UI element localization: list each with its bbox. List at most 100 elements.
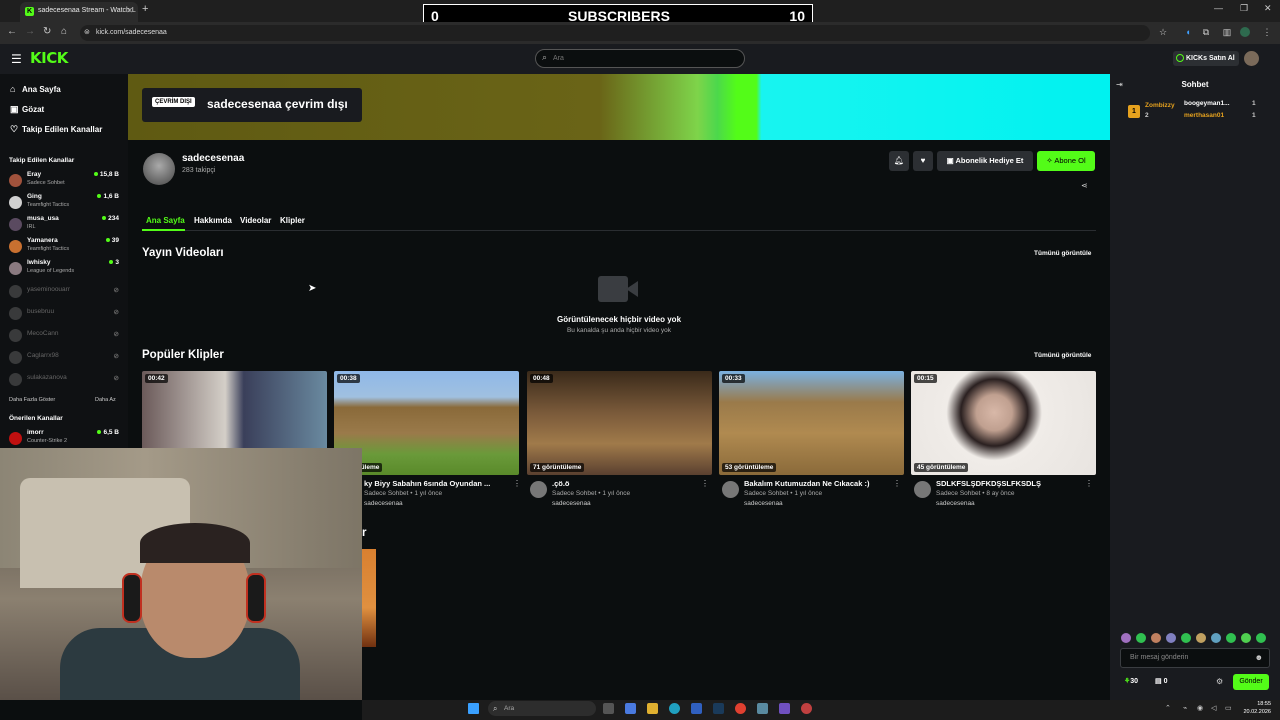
extensions-puzzle-icon[interactable]: ⧉ (1201, 27, 1211, 37)
clip-channel[interactable]: sadecesenaa (744, 500, 783, 507)
subscribe-button[interactable]: ✧ Abone Ol (1037, 151, 1095, 171)
tab-about[interactable]: Hakkımda (194, 216, 232, 225)
show-less-link[interactable]: Daha Az (95, 397, 116, 403)
emoji-icon[interactable]: ☻ (1255, 649, 1263, 667)
clip-title[interactable]: ky Biyy Sabahın 6sında Oyundan ... (364, 479, 514, 488)
emote-icon[interactable] (1211, 633, 1221, 643)
emote-icon[interactable] (1241, 633, 1251, 643)
emote-icon[interactable] (1121, 633, 1131, 643)
clip-thumbnail[interactable]: 00:48 71 görüntüleme (527, 371, 712, 475)
chrome-icon[interactable] (735, 703, 746, 714)
reload-icon[interactable]: ↻ (43, 26, 51, 37)
task-view-icon[interactable] (603, 703, 614, 714)
app-icon[interactable] (801, 703, 812, 714)
clip-options-icon[interactable]: ⋮ (701, 479, 709, 488)
kicks-balance[interactable]: ⚘30 (1124, 677, 1138, 685)
tab-home[interactable]: Ana Sayfa (146, 216, 185, 225)
clip-thumbnail[interactable]: 00:15 45 görüntüleme (911, 371, 1096, 475)
maximize-icon[interactable]: ❐ (1240, 3, 1248, 14)
recommended-channel[interactable]: imorr Counter-Strike 2 6,5 B (9, 429, 121, 449)
clip-title[interactable]: Bakalım Kutumuzdan Ne Cıkacak :) (744, 479, 894, 488)
steam-icon[interactable] (713, 703, 724, 714)
clip-options-icon[interactable]: ⋮ (893, 479, 901, 488)
tray-chevron-icon[interactable]: ⌃ (1165, 704, 1171, 712)
followed-channel[interactable]: lwhisky League of Legends 3 (9, 259, 121, 279)
followed-channel[interactable]: Yamanera Teamfight Tactics 39 (9, 237, 121, 257)
browser-tab[interactable]: K sadecesenaa Stream - Watch L ✕ (20, 2, 138, 22)
channel-name[interactable]: sadecesenaa (182, 153, 244, 164)
mic-icon[interactable]: ◉ (1197, 704, 1203, 712)
clip-options-icon[interactable]: ⋮ (1085, 479, 1093, 488)
close-tab-icon[interactable]: ✕ (126, 2, 133, 20)
followed-channel[interactable]: Eray Sadece Sohbet 15,8 B (9, 171, 121, 191)
store-balance[interactable]: ▤ 0 (1155, 677, 1167, 685)
hamburger-menu-icon[interactable]: ☰ (11, 52, 22, 66)
url-field[interactable]: ⊜ kick.com/sadecesenaa (80, 25, 1150, 41)
emote-icon[interactable] (1226, 633, 1236, 643)
copilot-icon[interactable] (625, 703, 636, 714)
clip-thumbnail[interactable]: 00:33 53 görüntüleme (719, 371, 904, 475)
site-info-icon[interactable]: ⊜ (84, 25, 90, 41)
clip-meta[interactable]: SDLKFSLŞDFKDŞSLFKSDLŞ Sadece Sohbet • 8 … (914, 479, 1099, 511)
clip-meta[interactable]: Bakalım Kutumuzdan Ne Cıkacak :) Sadece … (722, 479, 907, 511)
nav-browse[interactable]: ▣ Gözat (10, 104, 44, 115)
gift-subscription-button[interactable]: ▣ Abonelik Hediye Et (937, 151, 1033, 171)
store-icon[interactable] (691, 703, 702, 714)
follow-heart-icon[interactable]: ♥ (913, 151, 933, 171)
channel-avatar[interactable] (143, 153, 175, 185)
kick-logo[interactable]: KICK (30, 49, 68, 67)
emote-icon[interactable] (1256, 633, 1266, 643)
nav-home[interactable]: ⌂ Ana Sayfa (10, 84, 61, 94)
minimize-icon[interactable]: — (1214, 3, 1223, 13)
emote-icon[interactable] (1166, 633, 1176, 643)
notification-bell-icon[interactable]: 🔔︎ (889, 151, 909, 171)
offline-channel[interactable]: busebruu ⊘ (9, 304, 121, 324)
chat-settings-gear-icon[interactable]: ⚙ (1216, 677, 1223, 686)
taskbar-clock[interactable]: 18:55 20.02.2026 (1243, 700, 1271, 716)
gifter-name[interactable]: boogeyman1... (1184, 100, 1230, 107)
offline-channel[interactable]: yaseminoouarr ⊘ (9, 282, 121, 302)
forward-icon[interactable]: → (25, 26, 35, 37)
edge-icon[interactable] (669, 703, 680, 714)
show-more-link[interactable]: Daha Fazla Göster (9, 397, 55, 403)
search-box[interactable]: ⌕ (535, 49, 745, 68)
file-explorer-icon[interactable] (647, 703, 658, 714)
sidepanel-icon[interactable]: ▥ (1222, 27, 1232, 37)
bookmark-star-icon[interactable]: ☆ (1158, 27, 1168, 37)
offline-channel[interactable]: MecoCann ⊘ (9, 326, 121, 346)
display-icon[interactable]: ▭ (1225, 704, 1232, 712)
tab-clips[interactable]: Klipler (280, 216, 305, 225)
volume-icon[interactable]: ◁ (1211, 704, 1216, 712)
buy-kicks-button[interactable]: KICKs Satın Al (1173, 51, 1239, 66)
clip-title[interactable]: .çö.ö (552, 479, 702, 488)
emote-icon[interactable] (1136, 633, 1146, 643)
top-gifter-name[interactable]: Zombizzy (1145, 102, 1175, 109)
followed-channel[interactable]: musa_usa IRL 234 (9, 215, 121, 235)
user-avatar[interactable] (1244, 51, 1259, 66)
clip-channel[interactable]: sadecesenaa (364, 500, 403, 507)
clip-meta[interactable]: .çö.ö Sadece Sohbet • 1 yıl önce sadeces… (530, 479, 715, 511)
network-icon[interactable]: ⌁ (1183, 704, 1187, 712)
close-window-icon[interactable]: ✕ (1264, 3, 1272, 14)
tab-videos[interactable]: Videolar (240, 216, 271, 225)
offline-channel[interactable]: sulakazanova ⊘ (9, 370, 121, 390)
back-icon[interactable]: ← (7, 26, 17, 37)
search-input[interactable] (553, 52, 733, 65)
clip-title[interactable]: SDLKFSLŞDFKDŞSLFKSDLŞ (936, 479, 1086, 488)
windows-start-icon[interactable] (468, 703, 479, 714)
gifter-name[interactable]: merthasan01 (1184, 112, 1224, 119)
nav-following[interactable]: ♡ Takip Edilen Kanallar (10, 124, 102, 135)
send-button[interactable]: Gönder (1233, 674, 1269, 690)
videos-see-all-link[interactable]: Tümünü görüntüle (1034, 250, 1091, 257)
app-icon[interactable] (779, 703, 790, 714)
profile-icon[interactable] (1240, 27, 1250, 37)
emote-icon[interactable] (1181, 633, 1191, 643)
clip-channel[interactable]: sadecesenaa (936, 500, 975, 507)
share-icon[interactable]: ⋖ (1081, 181, 1088, 190)
menu-dots-icon[interactable]: ⋮ (1262, 27, 1272, 37)
clip-options-icon[interactable]: ⋮ (513, 479, 521, 488)
emote-icon[interactable] (1151, 633, 1161, 643)
emote-icon[interactable] (1196, 633, 1206, 643)
extension-icon[interactable]: ◖ (1183, 27, 1193, 37)
offline-channel[interactable]: Caglarrx98 ⊘ (9, 348, 121, 368)
